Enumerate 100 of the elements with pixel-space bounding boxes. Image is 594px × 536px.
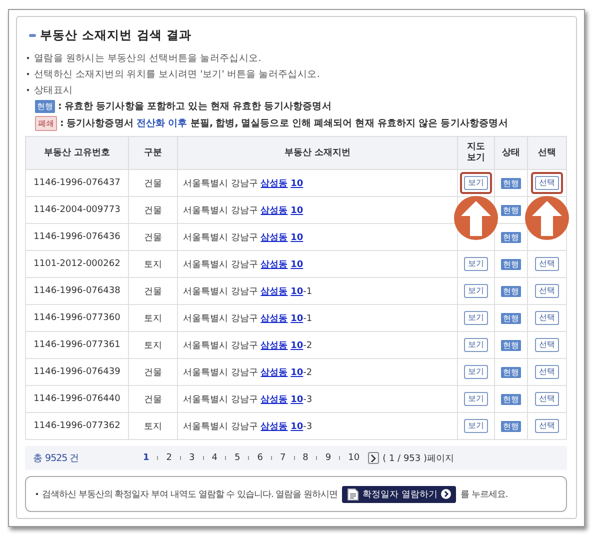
next-page-button[interactable] bbox=[368, 452, 379, 464]
table-cell: 건물 bbox=[128, 278, 178, 304]
select-button[interactable]: 선택 bbox=[535, 365, 559, 379]
column-header: 상태 bbox=[494, 136, 528, 170]
page-link[interactable]: 10 bbox=[348, 453, 360, 463]
dong-link[interactable]: 삼성동 bbox=[260, 422, 288, 432]
page-link[interactable]: 5 bbox=[234, 453, 240, 463]
lot-link[interactable]: 10 bbox=[290, 422, 304, 432]
lot-suffix: -1 bbox=[303, 286, 312, 296]
table-cell: 1146-1996-076438 bbox=[26, 278, 128, 304]
page-link[interactable]: 8 bbox=[302, 453, 308, 463]
select-button[interactable]: 선택 bbox=[535, 284, 559, 298]
page-link[interactable]: 1 bbox=[143, 453, 150, 463]
address-text: 서울특별시 강남구 bbox=[183, 286, 259, 296]
column-header: 구분 bbox=[128, 136, 178, 170]
address-text: 서울특별시 강남구 bbox=[183, 178, 259, 188]
table-cell: 토지 bbox=[128, 250, 178, 278]
lot-link[interactable]: 10 bbox=[290, 260, 304, 270]
lot-suffix: -2 bbox=[303, 340, 312, 350]
map-view-button[interactable]: 보기 bbox=[464, 257, 488, 271]
select-button[interactable]: 선택 bbox=[535, 392, 559, 406]
page-link[interactable]: 4 bbox=[212, 453, 218, 463]
select-button[interactable]: 선택 bbox=[535, 338, 559, 352]
column-header: 지도 보기 bbox=[458, 136, 494, 170]
status-badge: 폐쇄 bbox=[35, 116, 57, 131]
address-text: 서울특별시 강남구 bbox=[183, 394, 259, 404]
address-text: 서울특별시 강남구 bbox=[183, 314, 259, 324]
status-badge: 현행 bbox=[501, 340, 521, 350]
table-cell: 1146-1996-076437 bbox=[26, 170, 128, 196]
lot-suffix: -2 bbox=[303, 368, 312, 378]
select-button[interactable]: 선택 bbox=[535, 176, 559, 190]
page-link[interactable]: 7 bbox=[280, 453, 286, 463]
status-badge: 현행 bbox=[501, 178, 521, 188]
status-badge: 현행 bbox=[501, 312, 521, 324]
table-cell: 1146-2004-009773 bbox=[26, 196, 128, 224]
map-view-button[interactable]: 보기 bbox=[464, 284, 488, 298]
address-text: 서울특별시 강남구 bbox=[183, 260, 259, 270]
lot-link[interactable]: 10 bbox=[290, 394, 304, 404]
table-cell: 1146-1996-076439 bbox=[26, 358, 128, 386]
map-view-button[interactable]: 보기 bbox=[464, 176, 488, 190]
dong-link[interactable]: 삼성동 bbox=[260, 232, 288, 242]
dong-link[interactable]: 삼성동 bbox=[260, 178, 288, 188]
lot-link[interactable]: 10 bbox=[290, 232, 304, 242]
table-cell: 1101-2012-000262 bbox=[26, 250, 128, 278]
table-cell: 건물 bbox=[128, 196, 178, 224]
table-cell: 건물 bbox=[128, 224, 178, 250]
map-view-button[interactable]: 보기 bbox=[464, 338, 488, 352]
lot-link[interactable]: 10 bbox=[290, 206, 304, 216]
map-view-button[interactable]: 보기 bbox=[464, 311, 488, 325]
lot-suffix: -1 bbox=[303, 314, 312, 324]
status-badge: 현행 bbox=[501, 420, 521, 432]
page-link[interactable]: 6 bbox=[257, 453, 263, 463]
dong-link[interactable]: 삼성동 bbox=[260, 314, 288, 324]
lot-link[interactable]: 10 bbox=[290, 340, 304, 350]
instruction-text: 상태표시 bbox=[34, 84, 73, 96]
certificate-view-button[interactable]: 확정일자 열람하기 bbox=[342, 486, 456, 502]
dong-link[interactable]: 삼성동 bbox=[260, 340, 288, 350]
instruction-text: 선택하신 소재지번의 위치를 보시려면 '보기' 버튼을 눌러주십시오. bbox=[34, 68, 320, 80]
chevron-right-icon bbox=[441, 489, 452, 499]
address-text: 서울특별시 강남구 bbox=[183, 368, 259, 378]
lot-link[interactable]: 10 bbox=[290, 314, 304, 324]
dong-link[interactable]: 삼성동 bbox=[260, 260, 288, 270]
note-text: 를 누르세요. bbox=[460, 488, 508, 500]
dong-link[interactable]: 삼성동 bbox=[260, 286, 288, 296]
status-badge: 현행 bbox=[501, 366, 521, 378]
table-cell: 건물 bbox=[128, 358, 178, 386]
map-view-button[interactable]: 보기 bbox=[464, 392, 488, 406]
legend-text: : 유효한 등기사항을 포함하고 있는 현재 유효한 등기사항증명서 bbox=[58, 100, 332, 113]
lot-link[interactable]: 10 bbox=[290, 178, 304, 188]
status-badge: 현행 bbox=[501, 394, 521, 404]
lot-suffix: -3 bbox=[303, 422, 312, 432]
table-cell: 토지 bbox=[128, 332, 178, 358]
address-text: 서울특별시 강남구 bbox=[183, 232, 259, 242]
table-cell: 1146-1996-077362 bbox=[26, 412, 128, 440]
note-text: 검색하신 부동산의 확정일자 부여 내역도 열람할 수 있습니다. 열람을 원하시면 bbox=[42, 488, 338, 500]
status-badge: 현행 bbox=[501, 204, 521, 216]
select-button[interactable]: 선택 bbox=[535, 419, 559, 433]
page-link[interactable]: 9 bbox=[325, 453, 332, 463]
map-view-button[interactable]: 보기 bbox=[464, 419, 488, 433]
dong-link[interactable]: 삼성동 bbox=[260, 394, 288, 404]
select-button[interactable]: 선택 bbox=[535, 311, 559, 325]
lot-link[interactable]: 10 bbox=[290, 286, 304, 296]
map-view-button[interactable]: 보기 bbox=[464, 365, 488, 379]
lot-link[interactable]: 10 bbox=[290, 368, 304, 378]
select-button[interactable]: 선택 bbox=[535, 257, 559, 271]
dong-link[interactable]: 삼성동 bbox=[260, 368, 288, 378]
total-count: 총 9525 건 bbox=[33, 452, 80, 464]
legend-text: : 등기사항증명서 전산화 이후 분필, 합병, 멸실등으로 인해 폐쇄되어 현재 유효하지 않은 등기사항증명서 bbox=[60, 117, 508, 130]
table-cell: 토지 bbox=[128, 304, 178, 332]
column-header: 부동산 소재지번 bbox=[178, 136, 458, 170]
page-link[interactable]: 2 bbox=[166, 453, 172, 463]
status-badge: 현행 bbox=[501, 258, 521, 270]
section-title: 부동산 소재지번 검색 결과 bbox=[40, 27, 192, 44]
table-cell: 건물 bbox=[128, 386, 178, 412]
table-cell: 1146-1996-076440 bbox=[26, 386, 128, 412]
status-badge: 현행 bbox=[501, 232, 521, 242]
page-link[interactable]: 3 bbox=[189, 453, 195, 463]
instruction-text: 열람을 원하시는 부동산의 선택버튼을 눌러주십시오. bbox=[34, 52, 261, 64]
dong-link[interactable]: 삼성동 bbox=[260, 206, 288, 216]
title-marker-icon bbox=[29, 34, 36, 37]
